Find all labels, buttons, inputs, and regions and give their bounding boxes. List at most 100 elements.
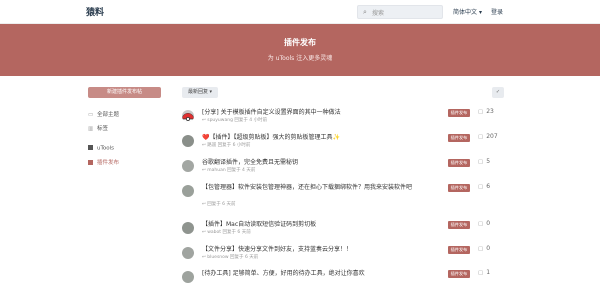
comment-icon: ▢: [478, 159, 484, 165]
hero-subtitle: 为 uTools 注入更多灵魂: [267, 55, 333, 62]
sidebar-item-label: 标签: [97, 126, 109, 132]
reply-count: ▢ 1: [478, 269, 490, 276]
avatar[interactable]: [182, 247, 194, 259]
reply-count-value: 0: [486, 220, 491, 227]
language-label: 简体中文: [453, 9, 478, 16]
sort-dropdown[interactable]: 最新回复 ▾: [182, 87, 218, 98]
reply-time: 回复于 4 天前: [227, 168, 256, 173]
sidebar-item-label: 全部主题: [97, 112, 120, 118]
discussion-row[interactable]: 谷歌翻译插件，完全免费且无需秘钥 ↩ mahuan 回复于 4 天前 插件发布 …: [182, 157, 504, 185]
reply-count: ▢ 0: [478, 245, 490, 252]
tag-badge[interactable]: 插件发布: [448, 246, 470, 254]
tag-color-swatch: [88, 159, 93, 165]
search-icon: ⌕: [363, 8, 367, 16]
comments-icon: ▭: [88, 112, 94, 118]
sidebar-item-plugin-release[interactable]: 插件发布: [88, 158, 119, 166]
login-link[interactable]: 登录: [491, 7, 503, 16]
search-placeholder: 搜索: [372, 10, 385, 17]
discussion-title[interactable]: 谷歌翻译插件，完全免费且无需秘钥: [202, 158, 442, 167]
reply-time: 回复于 6 天前: [207, 202, 236, 207]
discussion-row[interactable]: ❤️【插件】【超级剪贴板】强大的剪贴板管理工具✨ ↩ 路遥 回复于 6 小时前 …: [182, 132, 504, 160]
avatar[interactable]: [182, 271, 194, 283]
tag-badge[interactable]: 插件发布: [448, 184, 470, 192]
comment-icon: ▢: [478, 270, 484, 276]
discussion-title[interactable]: [待办工具] 足够简单、方便，好用的待办工具，绝对让你喜欢: [202, 269, 442, 278]
tag-hero-banner: 插件发布 为 uTools 注入更多灵魂: [0, 24, 600, 76]
comment-icon: ▢: [478, 134, 484, 140]
reply-count-value: 207: [486, 133, 498, 140]
reply-icon: ↩: [202, 255, 206, 260]
sidebar-item-all-discussions[interactable]: ▭ 全部主题: [88, 110, 119, 118]
sidebar-item-label: uTools: [97, 145, 115, 152]
discussion-title[interactable]: ❤️【插件】【超级剪贴板】强大的剪贴板管理工具✨: [202, 133, 442, 142]
discussion-title[interactable]: 【包管理器】软件安装包管理神器，还在担心下载捆绑软件？用我来安装软件吧: [202, 183, 432, 192]
sidebar-item-tags[interactable]: ▥ 标签: [88, 124, 108, 132]
discussion-row[interactable]: 【包管理器】软件安装包管理神器，还在担心下载捆绑软件？用我来安装软件吧 ↩ 回复…: [182, 182, 504, 216]
tag-badge[interactable]: 插件发布: [448, 109, 470, 117]
comment-icon: ▢: [478, 221, 484, 227]
discussion-title[interactable]: [分享] 关于模板插件自定义设置界面的其中一种做法: [202, 108, 442, 117]
pokeball-icon: [182, 113, 194, 122]
tag-badge[interactable]: 插件发布: [448, 270, 470, 278]
tags-icon: ▥: [88, 126, 94, 132]
discussion-meta: ↩ spuyuwang 回复于 4 小时前: [202, 117, 267, 123]
comment-icon: ▢: [478, 246, 484, 252]
check-icon: ✓: [495, 89, 501, 95]
tag-badge[interactable]: 插件发布: [448, 221, 470, 229]
hero-title: 插件发布: [284, 38, 316, 47]
search-input[interactable]: ⌕ 搜索: [357, 5, 443, 19]
reply-count: ▢ 6: [478, 183, 490, 190]
discussion-meta: ↩ wabot 回复于 6 天前: [202, 229, 251, 235]
avatar[interactable]: [182, 185, 194, 197]
language-dropdown[interactable]: 简体中文 ▾: [453, 7, 482, 16]
reply-count: ▢ 23: [478, 108, 494, 115]
author-name[interactable]: wabot: [207, 230, 221, 235]
site-logo[interactable]: 猿料: [86, 5, 104, 18]
author-name[interactable]: bluesnow: [207, 255, 228, 260]
discussion-meta: ↩ 回复于 6 天前: [202, 201, 235, 207]
tag-badge[interactable]: 插件发布: [448, 159, 470, 167]
reply-count: ▢ 0: [478, 220, 490, 227]
sparkle-icon: ✨: [332, 134, 340, 141]
tag-badge[interactable]: 插件发布: [448, 134, 470, 142]
discussion-title[interactable]: 【文件分享】快速分享文件到好友，支持蓝奏云分享！！: [202, 245, 442, 254]
reply-count-value: 5: [486, 158, 491, 165]
reply-time: 回复于 6 小时前: [217, 143, 251, 148]
avatar[interactable]: [182, 110, 194, 122]
chevron-down-icon: ▾: [478, 9, 482, 16]
discussion-title[interactable]: 【插件】Mac自动读取短信验证码到剪切板: [202, 220, 442, 229]
reply-icon: ↩: [202, 143, 206, 148]
reply-icon: ↩: [202, 202, 206, 207]
comment-icon: ▢: [478, 184, 484, 190]
discussion-meta: ↩ bluesnow 回复于 6 天前: [202, 254, 258, 260]
sidebar-item-utools[interactable]: uTools: [88, 145, 114, 152]
reply-time: 回复于 6 天前: [230, 255, 259, 260]
sort-label: 最新回复: [187, 89, 208, 95]
discussion-row[interactable]: 【插件】Mac自动读取短信验证码到剪切板 ↩ wabot 回复于 6 天前 插件…: [182, 219, 504, 247]
reply-time: 回复于 4 小时前: [234, 118, 268, 123]
reply-count-value: 6: [486, 183, 491, 190]
reply-count: ▢ 5: [478, 158, 490, 165]
reply-time: 回复于 6 天前: [222, 230, 251, 235]
reply-icon: ↩: [202, 168, 206, 173]
discussion-row[interactable]: [待办工具] 足够简单、方便，好用的待办工具，绝对让你喜欢 插件发布 ▢ 1: [182, 268, 504, 283]
author-name[interactable]: spuyuwang: [207, 118, 233, 123]
reply-icon: ↩: [202, 118, 206, 123]
reply-count-value: 0: [486, 245, 491, 252]
comment-icon: ▢: [478, 109, 484, 115]
top-navbar: 猿料 ⌕ 搜索 简体中文 ▾ 登录: [0, 0, 600, 24]
reply-count-value: 1: [486, 269, 491, 276]
chevron-down-icon: ▾: [209, 89, 213, 95]
author-name[interactable]: 路遥: [207, 143, 216, 148]
new-discussion-button[interactable]: 新建插件发布帖: [88, 87, 161, 98]
author-name[interactable]: mahuan: [207, 168, 225, 173]
avatar[interactable]: [182, 160, 194, 172]
discussion-meta: ↩ mahuan 回复于 4 天前: [202, 167, 255, 173]
reply-icon: ↩: [202, 230, 206, 235]
avatar[interactable]: [182, 135, 194, 147]
mark-all-read-button[interactable]: ✓: [492, 87, 504, 98]
discussion-title-text: 【插件】【超级剪贴板】强大的剪贴板管理工具: [209, 134, 333, 141]
reply-count-value: 23: [486, 108, 494, 115]
discussion-row[interactable]: [分享] 关于模板插件自定义设置界面的其中一种做法 ↩ spuyuwang 回复…: [182, 107, 504, 135]
avatar[interactable]: [182, 222, 194, 234]
